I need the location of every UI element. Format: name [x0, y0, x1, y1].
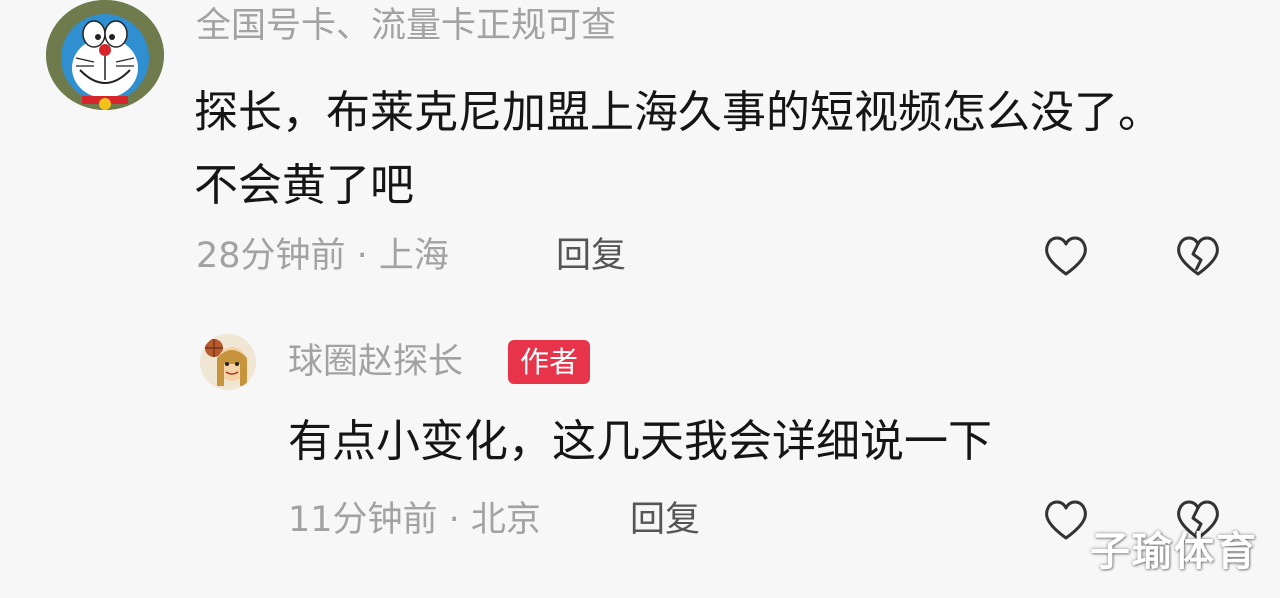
watermark-text: 子瑜体育 — [1090, 529, 1258, 575]
reply-meta: 11分钟前 · 北京 — [288, 500, 541, 540]
comment-thread: 全国号卡、流量卡正规可查 探长，布莱克尼加盟上海久事的短视频怎么没了。不会黄了吧… — [0, 0, 1280, 598]
reply-author-name[interactable]: 球圈赵探长 — [288, 340, 463, 384]
avatar-doraemon-icon[interactable] — [46, 0, 164, 110]
heart-outline-icon[interactable] — [1040, 494, 1092, 546]
reply-button[interactable]: 回复 — [630, 498, 700, 542]
author-badge: 作者 — [508, 340, 591, 384]
reply-text: 有点小变化，这几天我会详细说一下 — [288, 416, 992, 467]
comment-text: 探长，布莱克尼加盟上海久事的短视频怎么没了。不会黄了吧 — [194, 87, 1162, 211]
comment-meta: 28分钟前 · 上海 — [196, 236, 449, 276]
heart-outline-icon[interactable] — [1040, 230, 1092, 282]
broken-heart-icon[interactable] — [1172, 230, 1224, 282]
reply-button[interactable]: 回复 — [556, 234, 626, 278]
avatar-cartoon-icon[interactable] — [200, 334, 256, 390]
comment-author-name[interactable]: 全国号卡、流量卡正规可查 — [196, 4, 616, 48]
